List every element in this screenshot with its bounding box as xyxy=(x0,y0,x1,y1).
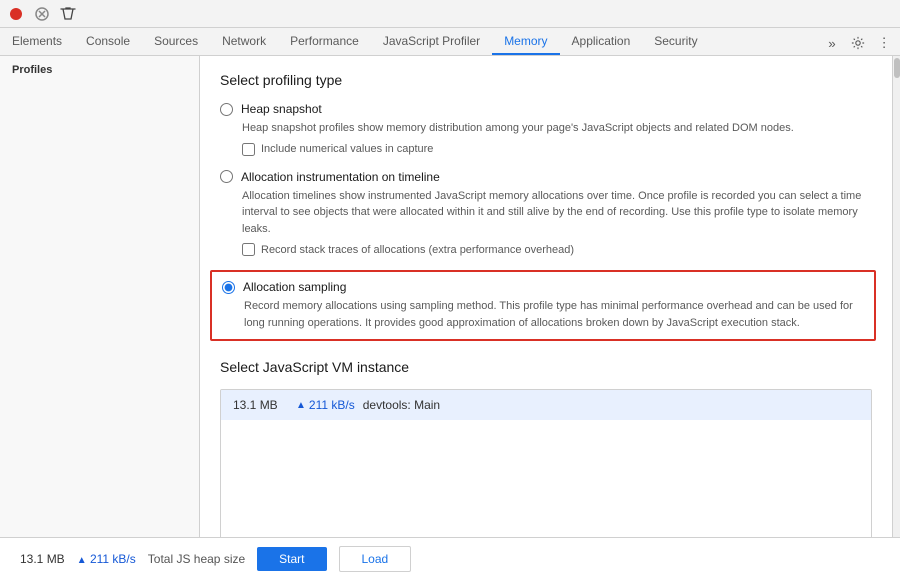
tab-sources[interactable]: Sources xyxy=(142,28,210,55)
allocation-instrumentation-desc: Allocation timelines show instrumented J… xyxy=(242,188,872,238)
footer-label: Total JS heap size xyxy=(148,552,245,566)
vm-rate: ▲ 211 kB/s xyxy=(296,398,355,412)
heap-snapshot-header: Heap snapshot xyxy=(220,102,872,116)
allocation-instrumentation-label[interactable]: Allocation instrumentation on timeline xyxy=(241,170,440,184)
allocation-instrumentation-header: Allocation instrumentation on timeline xyxy=(220,170,872,184)
vm-rate-value: 211 kB/s xyxy=(309,398,355,412)
main-layout: Profiles Select profiling type Heap snap… xyxy=(0,56,900,537)
top-toolbar xyxy=(0,0,900,28)
allocation-instrumentation-option: Allocation instrumentation on timeline A… xyxy=(220,170,872,257)
vm-rate-icon: ▲ xyxy=(296,400,306,411)
tab-javascript-profiler[interactable]: JavaScript Profiler xyxy=(371,28,492,55)
tab-elements[interactable]: Elements xyxy=(0,28,74,55)
scrollbar-thumb[interactable] xyxy=(894,58,900,78)
footer-rate-container: ▲ 211 kB/s xyxy=(77,552,136,566)
allocation-sampling-radio[interactable] xyxy=(222,281,235,294)
allocation-sampling-option: Allocation sampling Record memory alloca… xyxy=(210,270,876,341)
include-numerical-checkbox[interactable] xyxy=(242,143,255,156)
footer-rate: 211 kB/s xyxy=(90,552,136,566)
vm-instance-section: Select JavaScript VM instance 13.1 MB ▲ … xyxy=(220,359,872,537)
allocation-sampling-header: Allocation sampling xyxy=(222,280,864,294)
record-stack-traces-checkbox-row: Record stack traces of allocations (extr… xyxy=(242,243,872,256)
allocation-sampling-label[interactable]: Allocation sampling xyxy=(243,280,346,294)
tabs-bar: Elements Console Sources Network Perform… xyxy=(0,28,900,56)
sidebar: Profiles xyxy=(0,56,200,537)
content-area: Select profiling type Heap snapshot Heap… xyxy=(200,56,892,537)
vm-instance-title: Select JavaScript VM instance xyxy=(220,359,872,375)
record-stack-label[interactable]: Record stack traces of allocations (extr… xyxy=(261,244,574,256)
heap-snapshot-desc: Heap snapshot profiles show memory distr… xyxy=(242,120,872,137)
tab-network[interactable]: Network xyxy=(210,28,278,55)
clear-button[interactable] xyxy=(56,2,80,26)
tab-memory[interactable]: Memory xyxy=(492,28,559,55)
stop-button[interactable] xyxy=(30,2,54,26)
vm-name: devtools: Main xyxy=(363,398,440,412)
footer-size: 13.1 MB xyxy=(20,552,65,566)
include-numerical-label[interactable]: Include numerical values in capture xyxy=(261,143,433,155)
vm-instance-row[interactable]: 13.1 MB ▲ 211 kB/s devtools: Main xyxy=(221,390,871,420)
tab-security[interactable]: Security xyxy=(642,28,709,55)
sidebar-profiles-title: Profiles xyxy=(0,56,199,84)
tab-console[interactable]: Console xyxy=(74,28,142,55)
tab-performance[interactable]: Performance xyxy=(278,28,371,55)
more-tabs-button[interactable]: » xyxy=(820,31,844,55)
allocation-instrumentation-radio[interactable] xyxy=(220,170,233,183)
more-options-button[interactable]: ⋮ xyxy=(872,31,896,55)
record-stack-checkbox[interactable] xyxy=(242,243,255,256)
load-button[interactable]: Load xyxy=(339,546,412,572)
vm-instance-box: 13.1 MB ▲ 211 kB/s devtools: Main xyxy=(220,389,872,537)
heap-snapshot-option: Heap snapshot Heap snapshot profiles sho… xyxy=(220,102,872,156)
scrollbar[interactable] xyxy=(892,56,900,537)
record-button[interactable] xyxy=(4,2,28,26)
profiling-type-title: Select profiling type xyxy=(220,72,872,88)
vm-size: 13.1 MB xyxy=(233,398,288,412)
heap-snapshot-radio[interactable] xyxy=(220,103,233,116)
footer-rate-icon: ▲ xyxy=(77,555,87,566)
start-button[interactable]: Start xyxy=(257,547,326,571)
footer: 13.1 MB ▲ 211 kB/s Total JS heap size St… xyxy=(0,537,900,580)
heap-snapshot-checkbox-row: Include numerical values in capture xyxy=(242,143,872,156)
vm-instance-empty-space xyxy=(221,420,871,537)
tabs-right: » ⋮ xyxy=(820,31,900,55)
heap-snapshot-label[interactable]: Heap snapshot xyxy=(241,102,322,116)
allocation-sampling-desc: Record memory allocations using sampling… xyxy=(244,298,864,331)
tab-application[interactable]: Application xyxy=(560,28,643,55)
settings-button[interactable] xyxy=(846,31,870,55)
